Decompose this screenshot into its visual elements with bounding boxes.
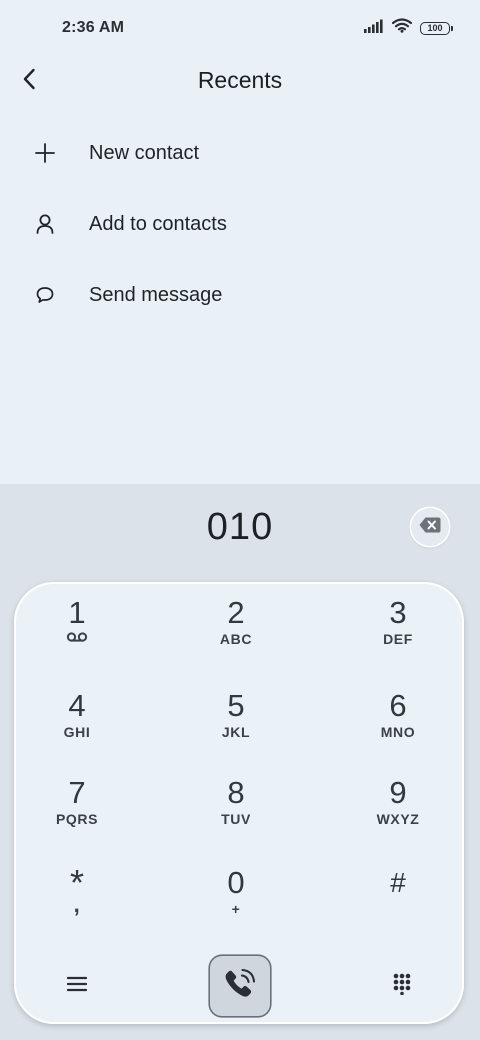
signal-icon bbox=[364, 19, 384, 38]
key-letters: MNO bbox=[380, 724, 416, 740]
key-5[interactable]: 5 JKL bbox=[176, 689, 296, 759]
key-letters: DEF bbox=[383, 631, 413, 647]
backspace-icon bbox=[418, 516, 442, 539]
key-0[interactable]: 0 + bbox=[176, 866, 296, 936]
key-4[interactable]: 4 GHI bbox=[17, 689, 137, 759]
key-digit: 2 bbox=[227, 595, 245, 630]
dialed-number[interactable]: 010 bbox=[0, 506, 480, 549]
key-letters: WXYZ bbox=[376, 811, 420, 827]
key-digit: # bbox=[390, 867, 406, 898]
battery-icon: 100 bbox=[420, 21, 453, 35]
key-7[interactable]: 7 PQRS bbox=[17, 776, 137, 846]
phone-call-icon bbox=[223, 967, 257, 1006]
key-8[interactable]: 8 TUV bbox=[176, 776, 296, 846]
add-to-contacts-label: Add to contacts bbox=[89, 212, 227, 235]
key-digit: 8 bbox=[227, 775, 245, 810]
menu-button[interactable] bbox=[57, 966, 97, 1006]
key-3[interactable]: 3 DEF bbox=[338, 596, 458, 666]
key-hash[interactable]: # bbox=[338, 866, 458, 936]
status-bar: 2:36 AM 100 bbox=[0, 0, 480, 56]
key-digit: 6 bbox=[389, 688, 407, 723]
call-button[interactable] bbox=[210, 956, 270, 1016]
key-digit: 9 bbox=[389, 775, 407, 810]
backspace-button[interactable] bbox=[411, 508, 449, 546]
key-letters: JKL bbox=[221, 724, 251, 740]
page-title: Recents bbox=[197, 67, 283, 93]
keypad-toggle-button[interactable] bbox=[382, 966, 422, 1006]
add-to-contacts-option[interactable]: Add to contacts bbox=[0, 192, 480, 256]
key-digit: 5 bbox=[227, 688, 245, 723]
key-letters: ABC bbox=[219, 631, 253, 647]
plus-icon bbox=[32, 140, 58, 166]
key-2[interactable]: 2 ABC bbox=[176, 596, 296, 666]
key-9[interactable]: 9 WXYZ bbox=[338, 776, 458, 846]
key-star[interactable]: * , bbox=[17, 865, 137, 936]
new-contact-label: New contact bbox=[89, 141, 200, 164]
key-digit: 4 bbox=[68, 688, 86, 723]
chat-bubble-icon bbox=[32, 282, 58, 308]
send-message-label: Send message bbox=[89, 283, 223, 306]
dialpad-icon bbox=[393, 973, 411, 1000]
status-time: 2:36 AM bbox=[62, 19, 125, 36]
hamburger-menu-icon bbox=[66, 976, 88, 997]
key-digit: 7 bbox=[68, 775, 86, 810]
send-message-option[interactable]: Send message bbox=[0, 263, 480, 327]
key-6[interactable]: 6 MNO bbox=[338, 689, 458, 759]
key-letters: , bbox=[73, 892, 81, 917]
new-contact-option[interactable]: New contact bbox=[0, 121, 480, 185]
key-digit: 3 bbox=[389, 595, 407, 630]
status-icons: 100 bbox=[364, 18, 453, 38]
wifi-icon bbox=[391, 18, 413, 38]
person-icon bbox=[32, 211, 58, 237]
key-letters: PQRS bbox=[55, 811, 99, 827]
key-letters: TUV bbox=[221, 811, 251, 827]
key-digit: 1 bbox=[68, 595, 86, 630]
key-digit: 0 bbox=[227, 865, 245, 900]
key-letters: GHI bbox=[63, 724, 91, 740]
voicemail-icon bbox=[17, 630, 137, 648]
key-1[interactable]: 1 bbox=[17, 596, 137, 666]
key-letters: + bbox=[231, 901, 241, 917]
